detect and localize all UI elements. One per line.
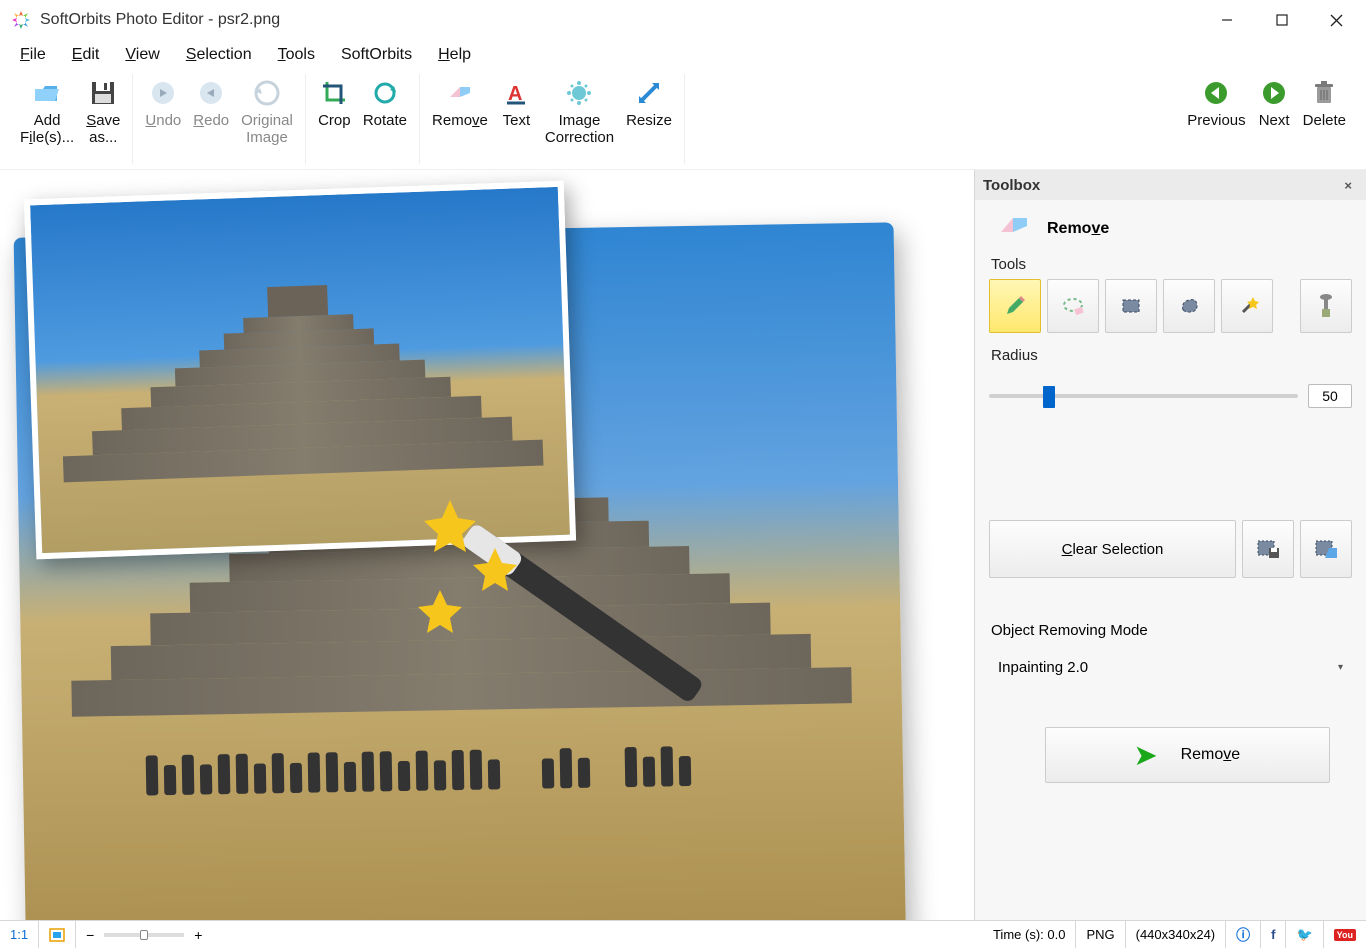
eraser-icon <box>445 78 475 108</box>
tools-label: Tools <box>975 252 1366 279</box>
facebook-button[interactable]: f <box>1261 921 1286 948</box>
menu-softorbits[interactable]: SoftOrbits <box>331 43 422 67</box>
tool-clone-stamp[interactable] <box>1300 279 1352 333</box>
remove-button-toolbar[interactable]: Remove <box>426 74 494 133</box>
menu-file[interactable]: File <box>10 43 56 67</box>
crop-button[interactable]: Crop <box>312 74 357 133</box>
minimize-button[interactable] <box>1199 2 1254 38</box>
save-mask-button[interactable] <box>1242 520 1294 578</box>
original-image-button[interactable]: Original Image <box>235 74 299 151</box>
canvas-area[interactable] <box>0 170 974 920</box>
tool-magic-wand[interactable] <box>1221 279 1273 333</box>
status-time: Time (s): 0.0 <box>983 921 1076 948</box>
tool-marquee[interactable] <box>1105 279 1157 333</box>
object-removing-mode-label: Object Removing Mode <box>975 622 1366 639</box>
text-icon: A <box>501 78 531 108</box>
arrow-right-icon: ➤ <box>1135 740 1157 771</box>
titlebar: SoftOrbits Photo Editor - psr2.png <box>0 0 1366 40</box>
crop-icon <box>319 78 349 108</box>
trash-icon <box>1309 78 1339 108</box>
tool-pencil[interactable] <box>989 279 1041 333</box>
menu-help[interactable]: Help <box>428 43 481 67</box>
rotate-button[interactable]: Rotate <box>357 74 413 133</box>
menu-tools[interactable]: Tools <box>268 43 325 67</box>
image-correction-button[interactable]: Image Correction <box>539 74 620 151</box>
menu-selection[interactable]: Selection <box>176 43 262 67</box>
previous-icon <box>1201 78 1231 108</box>
toolbox-header: Toolbox × <box>975 170 1366 200</box>
clear-selection-button[interactable]: Clear Selection <box>989 520 1236 578</box>
resize-icon <box>634 78 664 108</box>
save-as-button[interactable]: Saveas... <box>80 74 126 151</box>
maximize-button[interactable] <box>1254 2 1309 38</box>
toolbox-close-button[interactable]: × <box>1338 176 1358 195</box>
sparkle-icon <box>564 78 594 108</box>
app-logo-icon <box>10 9 32 31</box>
add-files-button[interactable]: AddFile(s)... <box>14 74 80 151</box>
undo-button[interactable]: Undo <box>139 74 187 133</box>
toolbox-title: Toolbox <box>983 177 1040 194</box>
undo-icon <box>148 78 178 108</box>
close-button[interactable] <box>1309 2 1364 38</box>
next-icon <box>1259 78 1289 108</box>
orm-value: Inpainting 2.0 <box>998 659 1088 676</box>
next-button[interactable]: Next <box>1252 74 1297 133</box>
twitter-button[interactable]: 🐦 <box>1286 921 1323 948</box>
remove-tools-row <box>975 279 1366 333</box>
resize-button[interactable]: Resize <box>620 74 678 133</box>
save-icon <box>88 78 118 108</box>
statusbar: 1:1 − + Time (s): 0.0 PNG (440x340x24) ⓘ… <box>0 920 1366 948</box>
zoom-slider[interactable]: − + <box>76 921 212 948</box>
status-format: PNG <box>1076 921 1125 948</box>
menubar: File Edit View Selection Tools SoftOrbit… <box>0 40 1366 70</box>
toolbar: AddFile(s)... Saveas... Undo Redo Origin… <box>0 70 1366 170</box>
menu-edit[interactable]: Edit <box>62 43 110 67</box>
rotate-icon <box>370 78 400 108</box>
object-removing-mode-select[interactable]: Inpainting 2.0 ▾ <box>991 653 1350 681</box>
radius-input[interactable] <box>1308 384 1352 408</box>
youtube-button[interactable]: You <box>1324 921 1366 948</box>
folder-open-icon <box>32 78 62 108</box>
eraser-icon <box>999 214 1029 244</box>
delete-button[interactable]: Delete <box>1297 74 1352 133</box>
chevron-down-icon: ▾ <box>1338 662 1343 673</box>
text-button[interactable]: A Text <box>494 74 539 133</box>
previous-button[interactable]: Previous <box>1181 74 1251 133</box>
redo-button[interactable]: Redo <box>187 74 235 133</box>
fit-to-window-button[interactable] <box>39 921 76 948</box>
radius-label: Radius <box>975 343 1366 370</box>
load-mask-button[interactable] <box>1300 520 1352 578</box>
photo-foreground <box>24 181 576 560</box>
redo-icon <box>196 78 226 108</box>
remove-section-title: Remove <box>1047 220 1109 238</box>
crowd-illustration <box>143 744 784 825</box>
radius-slider[interactable] <box>989 382 1298 410</box>
tool-lasso-erase[interactable] <box>1047 279 1099 333</box>
info-button[interactable]: ⓘ <box>1226 921 1261 948</box>
remove-apply-button[interactable]: ➤ Remove <box>1045 727 1330 783</box>
window-title: SoftOrbits Photo Editor - psr2.png <box>40 11 280 29</box>
tool-freeform[interactable] <box>1163 279 1215 333</box>
toolbox-sidebar: Toolbox × Remove Tools Radius Clear <box>974 170 1366 920</box>
menu-view[interactable]: View <box>115 43 169 67</box>
remove-section-header: Remove <box>975 200 1366 252</box>
zoom-ratio[interactable]: 1:1 <box>0 921 39 948</box>
status-dimensions: (440x340x24) <box>1126 921 1227 948</box>
original-image-icon <box>252 78 282 108</box>
